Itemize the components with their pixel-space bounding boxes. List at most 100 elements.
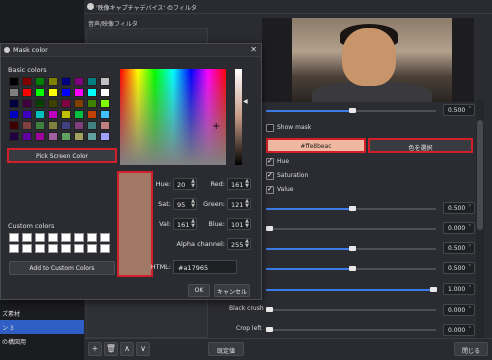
basic-color-swatch[interactable] bbox=[61, 110, 71, 119]
basic-color-swatch[interactable] bbox=[100, 110, 110, 119]
move-down-icon[interactable]: ∨ bbox=[136, 342, 150, 356]
custom-color-swatch[interactable] bbox=[9, 233, 19, 242]
custom-color-swatch[interactable] bbox=[100, 244, 110, 253]
basic-color-swatch[interactable] bbox=[9, 77, 19, 86]
custom-color-swatch[interactable] bbox=[87, 233, 97, 242]
value-spinbox[interactable]: 0.500 ⌃ bbox=[443, 104, 475, 116]
add-filter-icon[interactable]: + bbox=[88, 342, 102, 356]
value-spinbox[interactable]: 0.000 ⌃ bbox=[443, 304, 475, 316]
custom-color-swatch[interactable] bbox=[61, 244, 71, 253]
value-checkbox[interactable] bbox=[266, 185, 274, 194]
custom-color-swatch[interactable] bbox=[35, 244, 45, 253]
scrollbar-thumb[interactable] bbox=[477, 120, 483, 230]
basic-color-swatch[interactable] bbox=[48, 88, 58, 97]
slider-handle[interactable] bbox=[266, 226, 273, 231]
basic-color-swatch[interactable] bbox=[74, 99, 84, 108]
add-to-custom-colors-button[interactable]: Add to Custom Colors bbox=[9, 261, 115, 275]
value-spinbox[interactable]: 0.500 ⌃ bbox=[443, 262, 475, 274]
basic-color-swatch[interactable] bbox=[9, 132, 19, 141]
slider-handle[interactable] bbox=[349, 246, 356, 251]
hue-checkbox[interactable] bbox=[266, 157, 274, 166]
basic-color-swatch[interactable] bbox=[61, 99, 71, 108]
basic-color-swatch[interactable] bbox=[100, 77, 110, 86]
close-icon[interactable]: ✕ bbox=[250, 45, 257, 54]
basic-color-swatch[interactable] bbox=[48, 110, 58, 119]
basic-color-swatch[interactable] bbox=[9, 99, 19, 108]
hue-spinbox[interactable]: 20 ▲ ▼ bbox=[173, 178, 197, 190]
custom-color-swatch[interactable] bbox=[87, 244, 97, 253]
slider-track[interactable] bbox=[266, 309, 436, 311]
basic-color-swatch[interactable] bbox=[61, 121, 71, 130]
value-spinbox[interactable]: 0.500 ⌃ bbox=[443, 242, 475, 254]
basic-color-swatch[interactable] bbox=[35, 110, 45, 119]
basic-color-swatch[interactable] bbox=[22, 132, 32, 141]
select-color-button[interactable]: 色を選択 bbox=[368, 138, 473, 153]
basic-color-swatch[interactable] bbox=[61, 132, 71, 141]
basic-color-swatch[interactable] bbox=[9, 121, 19, 130]
custom-color-swatch[interactable] bbox=[61, 233, 71, 242]
basic-color-swatch[interactable] bbox=[48, 99, 58, 108]
slider-handle[interactable] bbox=[430, 287, 437, 292]
basic-color-swatch[interactable] bbox=[48, 132, 58, 141]
value-spinbox[interactable]: 0.000 ⌃ bbox=[443, 324, 475, 336]
source-item[interactable]: ズ素材 bbox=[0, 306, 84, 320]
delete-filter-icon[interactable]: 🗑 bbox=[104, 342, 118, 356]
sat-spinbox[interactable]: 95 ▲ ▼ bbox=[173, 198, 197, 210]
basic-color-swatch[interactable] bbox=[35, 77, 45, 86]
slider-track[interactable] bbox=[266, 228, 436, 230]
show-mask-checkbox[interactable] bbox=[266, 124, 274, 132]
basic-color-swatch[interactable] bbox=[9, 110, 19, 119]
slider-handle[interactable] bbox=[349, 206, 356, 211]
source-item[interactable]: の構図用 bbox=[0, 334, 84, 348]
mask-color-hex-button[interactable]: #ffe8beac bbox=[266, 138, 366, 153]
pick-screen-color-button[interactable]: Pick Screen Color bbox=[7, 148, 117, 163]
blue-spinbox[interactable]: 101 ▲ ▼ bbox=[227, 218, 251, 230]
slider-handle[interactable] bbox=[266, 327, 273, 332]
luminance-arrow-icon[interactable]: ◀ bbox=[243, 98, 248, 105]
basic-color-swatch[interactable] bbox=[35, 88, 45, 97]
basic-color-swatch[interactable] bbox=[100, 121, 110, 130]
defaults-button[interactable]: 既定値 bbox=[208, 342, 244, 356]
properties-scrollbar[interactable] bbox=[476, 100, 484, 338]
custom-color-swatch[interactable] bbox=[48, 233, 58, 242]
luminance-slider[interactable] bbox=[235, 69, 242, 165]
basic-color-swatch[interactable] bbox=[100, 88, 110, 97]
cancel-button[interactable]: キャンセル bbox=[214, 284, 250, 297]
html-color-input[interactable]: #a17965 bbox=[173, 260, 237, 274]
basic-color-swatch[interactable] bbox=[61, 77, 71, 86]
color-spectrum[interactable] bbox=[120, 69, 226, 165]
green-spinbox[interactable]: 121 ▲ ▼ bbox=[227, 198, 251, 210]
close-button[interactable]: 閉じる bbox=[454, 342, 488, 356]
basic-color-swatch[interactable] bbox=[22, 121, 32, 130]
value-spinbox[interactable]: 0.000 ⌃ bbox=[443, 222, 475, 234]
basic-color-swatch[interactable] bbox=[35, 99, 45, 108]
basic-color-swatch[interactable] bbox=[87, 121, 97, 130]
basic-color-swatch[interactable] bbox=[48, 121, 58, 130]
basic-color-swatch[interactable] bbox=[87, 110, 97, 119]
basic-color-swatch[interactable] bbox=[87, 132, 97, 141]
basic-color-swatch[interactable] bbox=[22, 99, 32, 108]
basic-color-swatch[interactable] bbox=[22, 88, 32, 97]
basic-color-swatch[interactable] bbox=[100, 99, 110, 108]
custom-color-swatch[interactable] bbox=[22, 244, 32, 253]
custom-color-swatch[interactable] bbox=[74, 244, 84, 253]
basic-color-swatch[interactable] bbox=[22, 110, 32, 119]
basic-color-swatch[interactable] bbox=[87, 99, 97, 108]
ok-button[interactable]: OK bbox=[188, 284, 210, 297]
saturation-checkbox[interactable] bbox=[266, 171, 274, 180]
basic-color-swatch[interactable] bbox=[87, 77, 97, 86]
alpha-spinbox[interactable]: 255 ▲ ▼ bbox=[227, 238, 251, 250]
val-spinbox[interactable]: 161 ▲ ▼ bbox=[173, 218, 197, 230]
basic-color-swatch[interactable] bbox=[61, 88, 71, 97]
basic-color-swatch[interactable] bbox=[22, 77, 32, 86]
slider-handle[interactable] bbox=[349, 266, 356, 271]
custom-color-swatch[interactable] bbox=[48, 244, 58, 253]
basic-color-swatch[interactable] bbox=[74, 132, 84, 141]
custom-color-swatch[interactable] bbox=[22, 233, 32, 242]
custom-color-swatch[interactable] bbox=[9, 244, 19, 253]
value-spinbox[interactable]: 1.000 ⌃ bbox=[443, 283, 475, 295]
basic-color-swatch[interactable] bbox=[35, 121, 45, 130]
custom-color-swatch[interactable] bbox=[35, 233, 45, 242]
slider-track[interactable] bbox=[266, 329, 436, 331]
basic-color-swatch[interactable] bbox=[87, 88, 97, 97]
